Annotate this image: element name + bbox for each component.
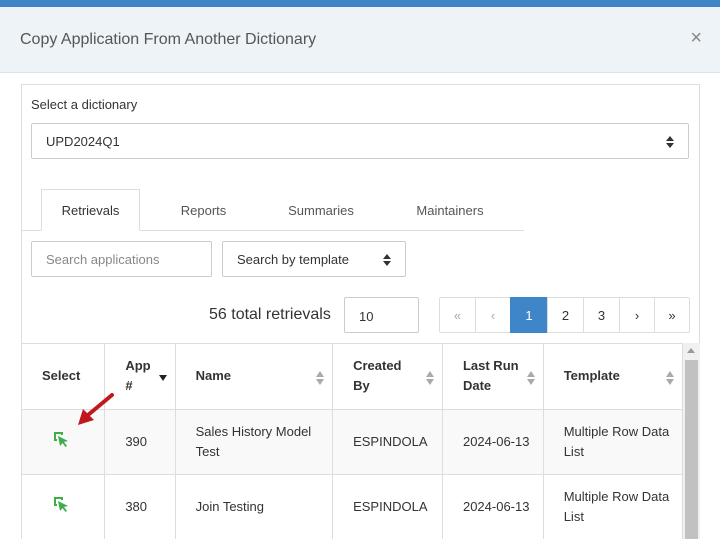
name-cell: Join Testing (175, 474, 334, 539)
prev-page-button[interactable]: ‹ (475, 297, 511, 333)
next-page-button[interactable]: › (619, 297, 655, 333)
first-page-button[interactable]: « (439, 297, 476, 333)
last-run-date-cell: 2024-06-13 (442, 474, 544, 539)
close-icon[interactable]: × (690, 28, 702, 48)
sort-icon (316, 371, 325, 385)
template-search-select[interactable]: Search by template (222, 241, 406, 277)
dictionary-label: Select a dictionary (31, 97, 138, 112)
table-row[interactable]: 390 Sales History Model Test ESPINDOLA 2… (21, 409, 684, 475)
template-cell: Multiple Row Data List (543, 409, 684, 475)
results-table: Select App # Name Created By Last Run Da… (21, 344, 684, 539)
tab-reports[interactable]: Reports (160, 189, 247, 231)
page-size-value: 10 (359, 309, 374, 324)
sort-desc-icon (158, 371, 167, 385)
tab-summaries[interactable]: Summaries (270, 189, 372, 231)
cursor-select-icon[interactable] (53, 496, 69, 512)
tab-retrievals[interactable]: Retrievals (41, 189, 140, 231)
page-2-button[interactable]: 2 (547, 297, 584, 333)
header-label: Last Run Date (462, 358, 519, 394)
page-size-input[interactable]: 10 (344, 297, 419, 333)
results-table-container: Select App # Name Created By Last Run Da… (21, 343, 700, 539)
tab-maintainers[interactable]: Maintainers (395, 189, 505, 231)
page-3-button[interactable]: 3 (583, 297, 620, 333)
sort-icon (526, 371, 535, 385)
dialog-header: Copy Application From Another Dictionary… (0, 7, 720, 73)
column-header-name[interactable]: Name (175, 344, 334, 410)
dialog-title: Copy Application From Another Dictionary (20, 31, 317, 48)
search-applications-input[interactable] (31, 241, 212, 277)
column-header-created-by[interactable]: Created By (332, 344, 443, 410)
total-count: 56 total retrievals (209, 306, 331, 323)
last-page-button[interactable]: » (654, 297, 690, 333)
last-run-date-cell: 2024-06-13 (442, 409, 544, 475)
select-updown-icon (666, 136, 674, 148)
table-scrollbar[interactable] (683, 343, 700, 539)
header-label: Name (195, 368, 232, 384)
dictionary-select-value: UPD2024Q1 (46, 134, 120, 149)
page-1-button[interactable]: 1 (510, 297, 548, 333)
dictionary-select[interactable]: UPD2024Q1 (31, 123, 689, 159)
header-label: App # (125, 358, 151, 394)
template-select-value: Search by template (237, 252, 350, 267)
created-by-cell: ESPINDOLA (332, 409, 443, 475)
header-label: Select (42, 368, 81, 384)
app-number-cell: 380 (104, 474, 176, 539)
table-row[interactable]: 380 Join Testing ESPINDOLA 2024-06-13 Mu… (21, 474, 684, 539)
sort-icon (666, 371, 674, 385)
pagination: « ‹ 1 2 3 › » (439, 297, 690, 333)
top-accent-bar (0, 0, 720, 7)
header-label: Created By (353, 358, 402, 394)
column-header-last-run-date[interactable]: Last Run Date (442, 344, 544, 410)
template-cell: Multiple Row Data List (543, 474, 684, 539)
name-cell: Sales History Model Test (175, 409, 334, 475)
red-arrow-annotation (78, 393, 114, 425)
sort-icon (425, 371, 434, 385)
scrollbar-thumb[interactable] (685, 360, 698, 539)
column-header-template[interactable]: Template (543, 344, 684, 410)
header-label: Template (563, 368, 620, 384)
cursor-select-icon[interactable] (53, 431, 69, 447)
select-cell (21, 474, 106, 539)
created-by-cell: ESPINDOLA (332, 474, 443, 539)
scroll-up-icon[interactable] (687, 348, 695, 353)
select-updown-icon (383, 254, 391, 266)
